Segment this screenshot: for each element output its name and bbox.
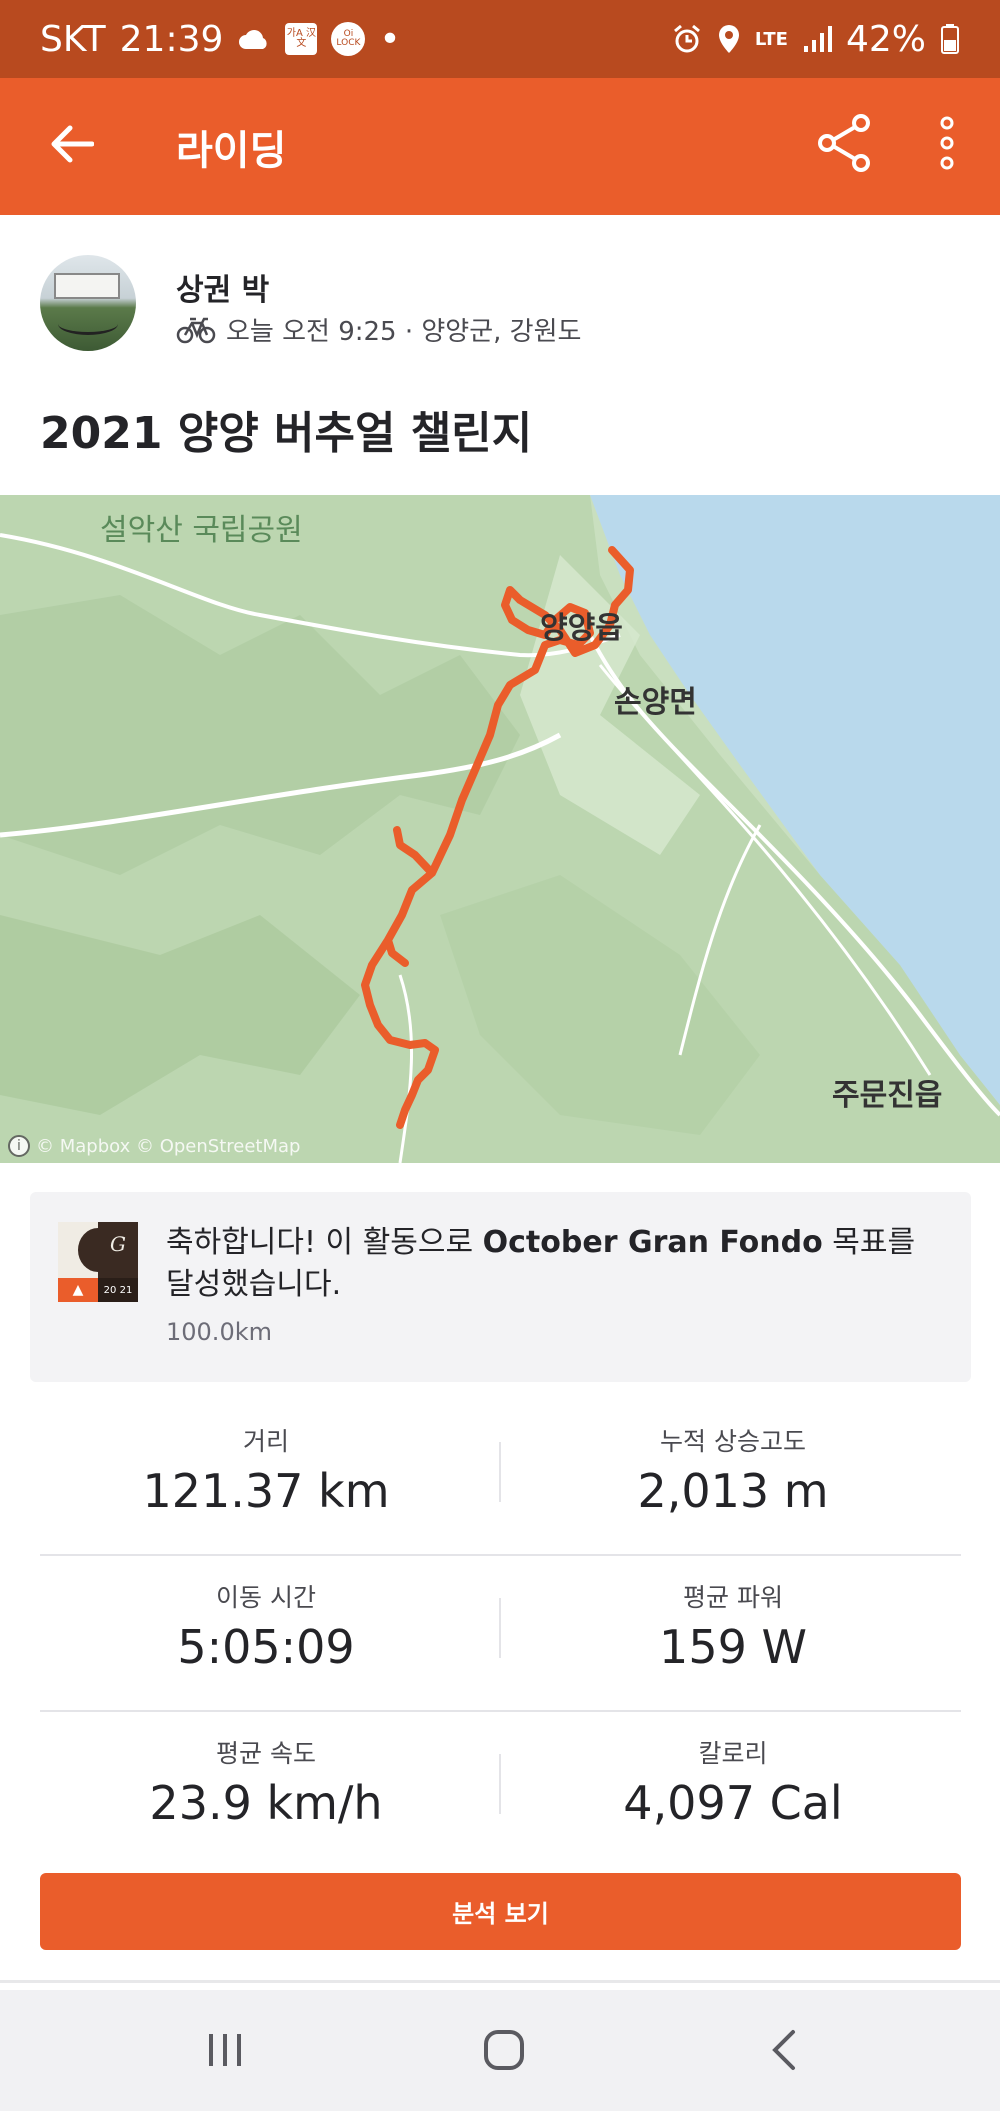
stat-label: 이동 시간 — [216, 1583, 316, 1612]
stat-row: 평균 속도 23.9 km/h 칼로리 4,097 Cal — [40, 1712, 961, 1868]
route-map[interactable]: 설악산 국립공원 양양읍 손양면 주문진읍 i © Mapbox © OpenS… — [0, 495, 1000, 1163]
activity-header: 상권 박 오늘 오전 9:25 · 양양군, 강원도 2021 양양 버추얼 챌… — [0, 215, 1000, 495]
divider — [499, 1598, 501, 1658]
lock-app-icon: Oi LOCK — [331, 22, 366, 56]
translate-app-icon: 가A 汉文 — [285, 23, 318, 55]
divider — [499, 1442, 501, 1502]
stat-label: 칼로리 — [698, 1739, 768, 1768]
page-title: 라이딩 — [176, 128, 287, 174]
recent-apps-icon — [209, 2034, 241, 2066]
stat-value: 159 W — [659, 1620, 807, 1674]
alarm-icon — [671, 23, 703, 55]
home-button[interactable] — [464, 2020, 544, 2080]
stat-moving-time: 이동 시간 5:05:09 — [40, 1578, 492, 1674]
location-icon — [717, 23, 741, 55]
achievement-card[interactable]: ▲ 20 21 축하합니다! 이 활동으로 October Gran Fondo… — [30, 1192, 971, 1382]
stat-label: 누적 상승고도 — [660, 1427, 806, 1456]
recent-apps-button[interactable] — [185, 2020, 265, 2080]
stat-value: 2,013 m — [637, 1464, 829, 1518]
view-analysis-button[interactable]: 분석 보기 — [40, 1873, 961, 1950]
share-icon — [818, 114, 870, 172]
stat-value: 5:05:09 — [177, 1620, 355, 1674]
athlete-name[interactable]: 상권 박 — [176, 265, 269, 309]
stat-row: 거리 121.37 km 누적 상승고도 2,013 m — [40, 1400, 961, 1556]
activity-date-location: 오늘 오전 9:25 · 양양군, 강원도 — [226, 317, 582, 347]
stat-distance: 거리 121.37 km — [40, 1422, 492, 1518]
more-options-button[interactable] — [920, 108, 974, 178]
system-nav-bar — [0, 1990, 1000, 2111]
avatar[interactable] — [40, 255, 136, 351]
info-icon[interactable]: i — [8, 1135, 30, 1157]
stat-avg-power: 평균 파워 159 W — [505, 1578, 961, 1674]
map-label-district: 손양면 — [614, 685, 697, 720]
share-button[interactable] — [810, 108, 880, 178]
nav-back-button[interactable] — [744, 2020, 824, 2080]
stat-row: 이동 시간 5:05:09 평균 파워 159 W — [40, 1556, 961, 1712]
stat-label: 평균 속도 — [216, 1739, 316, 1768]
cloud-icon — [237, 27, 271, 51]
divider — [0, 1980, 1000, 1983]
status-bar: SKT 21:39 가A 汉文 Oi LOCK • LTE 42% — [0, 0, 1000, 78]
clock: 21:39 — [119, 18, 224, 60]
divider — [499, 1754, 501, 1814]
signal-icon — [802, 24, 832, 54]
home-icon — [484, 2030, 524, 2070]
stat-label: 평균 파워 — [683, 1583, 783, 1612]
more-vert-icon — [940, 116, 954, 170]
stat-label: 거리 — [242, 1427, 289, 1456]
map-attribution[interactable]: i © Mapbox © OpenStreetMap — [8, 1135, 300, 1157]
stat-value: 4,097 Cal — [623, 1776, 843, 1830]
badge-year: 20 21 — [98, 1278, 138, 1302]
nav-back-icon — [772, 2030, 795, 2070]
stat-avg-speed: 평균 속도 23.9 km/h — [40, 1734, 492, 1830]
network-type: LTE — [754, 28, 788, 50]
map-label-south-town: 주문진읍 — [832, 1078, 943, 1113]
achievement-goal: 100.0km — [166, 1318, 272, 1346]
stat-elevation: 누적 상승고도 2,013 m — [505, 1422, 961, 1518]
activity-title: 2021 양양 버추얼 챌린지 — [40, 408, 533, 459]
stat-value: 23.9 km/h — [149, 1776, 383, 1830]
back-arrow-icon — [51, 125, 94, 163]
back-button[interactable] — [40, 112, 104, 176]
bike-icon — [176, 317, 216, 343]
map-credit-text: © Mapbox © OpenStreetMap — [36, 1135, 301, 1157]
strava-logo-icon: ▲ — [58, 1278, 98, 1302]
stat-value: 121.37 km — [142, 1464, 390, 1518]
notification-dot: • — [379, 18, 401, 60]
stats-grid: 거리 121.37 km 누적 상승고도 2,013 m 이동 시간 5:05:… — [40, 1400, 961, 1868]
battery-icon — [940, 23, 960, 55]
achievement-message: 축하합니다! 이 활동으로 October Gran Fondo 목표를 달성했… — [166, 1225, 916, 1302]
stat-calories: 칼로리 4,097 Cal — [505, 1734, 961, 1830]
activity-meta: 오늘 오전 9:25 · 양양군, 강원도 — [176, 311, 581, 348]
battery-level: 42% — [845, 18, 926, 60]
map-label-town: 양양읍 — [540, 611, 623, 646]
challenge-name: October Gran Fondo — [482, 1225, 823, 1260]
map-canvas — [0, 495, 1000, 1163]
app-bar: 라이딩 — [0, 78, 1000, 215]
challenge-badge-icon: ▲ 20 21 — [58, 1222, 138, 1302]
map-label-park: 설악산 국립공원 — [100, 513, 303, 548]
carrier: SKT — [40, 18, 106, 60]
